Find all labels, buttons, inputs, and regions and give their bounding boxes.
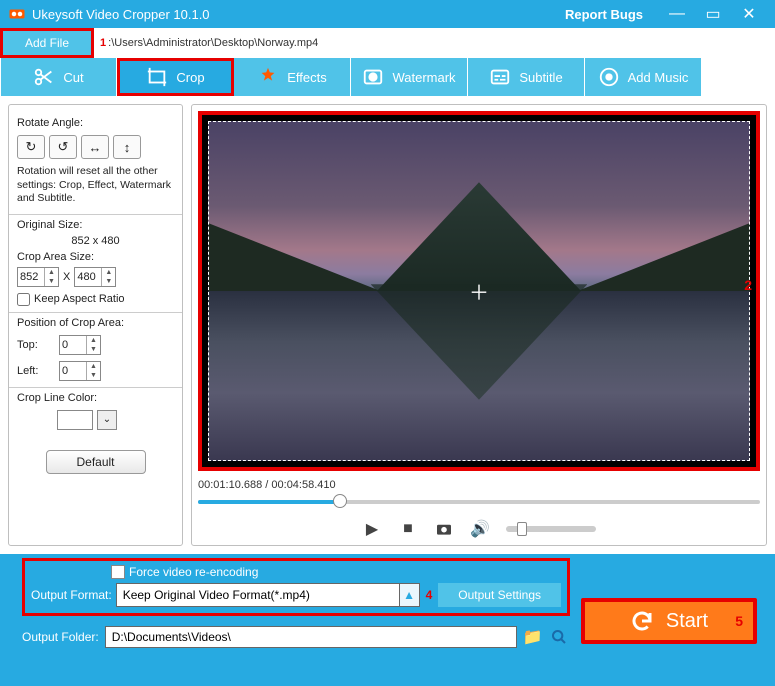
output-folder-value: D:\Documents\Videos\ bbox=[112, 630, 231, 644]
reencode-label: Force video re-encoding bbox=[129, 565, 258, 579]
crop-width-value: 852 bbox=[20, 271, 38, 283]
tab-subtitle[interactable]: Subtitle bbox=[468, 58, 585, 96]
scissors-icon bbox=[33, 66, 55, 88]
file-path: 1:\Users\Administrator\Desktop\Norway.mp… bbox=[100, 37, 318, 49]
size-x-label: X bbox=[63, 271, 70, 283]
seek-slider[interactable] bbox=[198, 493, 760, 511]
crop-color-label: Crop Line Color: bbox=[17, 392, 174, 404]
minimize-button[interactable]: — bbox=[659, 5, 695, 23]
tab-crop[interactable]: Crop bbox=[117, 58, 234, 96]
rotate-ccw-button[interactable]: ↺ bbox=[49, 135, 77, 159]
left-value: 0 bbox=[62, 365, 68, 377]
keep-aspect-input[interactable] bbox=[17, 293, 30, 306]
output-format-label: Output Format: bbox=[31, 588, 112, 602]
original-size-value: 852 x 480 bbox=[17, 235, 174, 247]
crop-height-value: 480 bbox=[77, 271, 95, 283]
annotation-1: 1 bbox=[100, 37, 106, 49]
app-icon bbox=[8, 5, 26, 23]
seek-thumb[interactable] bbox=[333, 494, 347, 508]
output-folder-input[interactable]: D:\Documents\Videos\ bbox=[105, 626, 517, 648]
top-label: Top: bbox=[17, 339, 59, 351]
file-strip: Add File 1:\Users\Administrator\Desktop\… bbox=[0, 28, 775, 58]
position-label: Position of Crop Area: bbox=[17, 317, 174, 329]
effects-icon bbox=[257, 66, 279, 88]
flip-vertical-button[interactable]: ↕ bbox=[113, 135, 141, 159]
crop-width-input[interactable]: 852▲▼ bbox=[17, 267, 59, 287]
tab-cut[interactable]: Cut bbox=[0, 58, 117, 96]
browse-folder-icon[interactable]: 📁 bbox=[523, 627, 543, 647]
app-title: Ukeysoft Video Cropper 10.1.0 bbox=[32, 7, 210, 22]
output-settings-label: Output Settings bbox=[458, 588, 541, 602]
play-button[interactable]: ▶ bbox=[362, 519, 382, 539]
preview-panel: ＋ 2 00:01:10.688 / 00:04:58.410 ▶ ■ 🔊 bbox=[191, 104, 767, 546]
tab-bar: Cut Crop Effects Watermark Subtitle Add … bbox=[0, 58, 775, 96]
output-format-select[interactable]: Keep Original Video Format(*.mp4) ▲ bbox=[116, 583, 420, 607]
playback-controls: ▶ ■ 🔊 bbox=[198, 519, 760, 539]
watermark-icon bbox=[362, 66, 384, 88]
start-button[interactable]: Start 5 bbox=[581, 598, 757, 644]
volume-icon[interactable]: 🔊 bbox=[470, 519, 490, 539]
output-format-group: Force video re-encoding Output Format: K… bbox=[22, 558, 570, 616]
crop-height-input[interactable]: 480▲▼ bbox=[74, 267, 116, 287]
subtitle-icon bbox=[489, 66, 511, 88]
start-button-label: Start bbox=[666, 610, 708, 633]
reencode-checkbox[interactable] bbox=[111, 565, 125, 579]
annotation-5: 5 bbox=[735, 613, 743, 629]
tab-subtitle-label: Subtitle bbox=[519, 70, 562, 85]
title-bar: Ukeysoft Video Cropper 10.1.0 Report Bug… bbox=[0, 0, 775, 28]
report-bugs-link[interactable]: Report Bugs bbox=[565, 7, 643, 22]
rotate-cw-button[interactable]: ↻ bbox=[17, 135, 45, 159]
tab-effects[interactable]: Effects bbox=[234, 58, 351, 96]
annotation-4: 4 bbox=[426, 588, 433, 602]
refresh-icon bbox=[630, 609, 654, 633]
flip-horizontal-button[interactable]: ↔ bbox=[81, 135, 109, 159]
stop-button[interactable]: ■ bbox=[398, 519, 418, 539]
volume-slider[interactable] bbox=[506, 526, 596, 532]
music-icon bbox=[598, 66, 620, 88]
output-folder-label: Output Folder: bbox=[22, 630, 99, 644]
left-input[interactable]: 0▲▼ bbox=[59, 361, 101, 381]
tab-watermark-label: Watermark bbox=[392, 70, 455, 85]
annotation-2: 2 bbox=[744, 277, 752, 293]
tab-cut-label: Cut bbox=[63, 70, 83, 85]
crop-area-label: Crop Area Size: bbox=[17, 251, 174, 263]
keep-aspect-label: Keep Aspect Ratio bbox=[34, 293, 125, 305]
output-format-value: Keep Original Video Format(*.mp4) bbox=[123, 588, 310, 602]
snapshot-button[interactable] bbox=[434, 519, 454, 539]
top-value: 0 bbox=[62, 339, 68, 351]
tab-add-music[interactable]: Add Music bbox=[585, 58, 702, 96]
rotate-label: Rotate Angle: bbox=[17, 117, 174, 129]
timecode: 00:01:10.688 / 00:04:58.410 bbox=[198, 479, 760, 491]
main-area: Rotate Angle: ↻ ↺ ↔ ↕ Rotation will rese… bbox=[0, 96, 775, 554]
crop-color-dropdown[interactable]: ⌄ bbox=[97, 410, 117, 430]
maximize-button[interactable]: ▭ bbox=[695, 4, 731, 24]
original-size-label: Original Size: bbox=[17, 219, 174, 231]
keep-aspect-checkbox[interactable]: Keep Aspect Ratio bbox=[17, 293, 174, 306]
crop-settings-panel: Rotate Angle: ↻ ↺ ↔ ↕ Rotation will rese… bbox=[8, 104, 183, 546]
add-file-button[interactable]: Add File bbox=[0, 28, 94, 58]
chevron-up-icon: ▲ bbox=[399, 584, 419, 606]
tab-crop-label: Crop bbox=[176, 70, 204, 85]
default-button-label: Default bbox=[76, 455, 114, 469]
tab-add-music-label: Add Music bbox=[628, 70, 689, 85]
left-label: Left: bbox=[17, 365, 59, 377]
file-path-text: :\Users\Administrator\Desktop\Norway.mp4 bbox=[108, 37, 318, 49]
top-input[interactable]: 0▲▼ bbox=[59, 335, 101, 355]
rotate-note: Rotation will reset all the other settin… bbox=[17, 165, 174, 206]
tab-watermark[interactable]: Watermark bbox=[351, 58, 468, 96]
crop-icon bbox=[146, 66, 168, 88]
crop-color-swatch bbox=[57, 410, 93, 430]
video-preview[interactable]: ＋ 2 bbox=[198, 111, 760, 471]
default-button[interactable]: Default bbox=[46, 450, 146, 474]
crop-center-icon: ＋ bbox=[469, 277, 489, 306]
open-folder-icon[interactable] bbox=[549, 627, 569, 647]
close-button[interactable]: ✕ bbox=[731, 4, 767, 24]
add-file-label: Add File bbox=[25, 36, 69, 50]
tab-effects-label: Effects bbox=[287, 70, 327, 85]
output-settings-button[interactable]: Output Settings bbox=[438, 583, 561, 607]
